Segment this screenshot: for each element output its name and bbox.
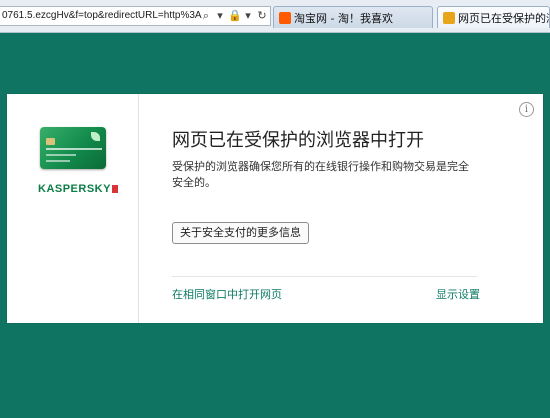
more-info-button[interactable]: 关于安全支付的更多信息 xyxy=(172,222,309,244)
address-actions: ⌕ ▾ 🔒 ▾ ↻ xyxy=(200,9,268,23)
tab-label: 网页已在受保护的浏览器中打开 xyxy=(458,11,549,25)
tab-taobao[interactable]: 淘宝网 - 淘！我喜欢 xyxy=(273,6,433,28)
dialog-divider xyxy=(138,94,139,323)
footer-divider xyxy=(172,276,477,277)
info-icon[interactable]: i xyxy=(519,102,534,117)
refresh-icon[interactable]: ↻ xyxy=(256,9,268,23)
bing-favicon-icon xyxy=(443,11,455,24)
dialog-description: 受保护的浏览器确保您所有的在线银行操作和购物交易是完全安全的。 xyxy=(172,160,469,189)
lab-badge-icon xyxy=(111,185,118,193)
protected-browser-dialog: KASPERSKY i 网页已在受保护的浏览器中打开 受保护的浏览器确保您所有的… xyxy=(7,94,543,323)
search-icon[interactable]: ⌕ xyxy=(200,9,212,23)
dropdown-icon[interactable]: ▾ xyxy=(214,9,226,23)
tab-protected-browser[interactable]: 网页已在受保护的浏览器中打开 xyxy=(437,6,550,28)
taobao-favicon-icon xyxy=(279,11,291,24)
lock-icon: 🔒 xyxy=(228,9,242,22)
credit-card-icon xyxy=(40,127,106,169)
dropdown-icon[interactable]: ▾ xyxy=(242,9,254,23)
dialog-title: 网页已在受保护的浏览器中打开 xyxy=(172,130,424,151)
address-bar[interactable]: 0761.5.ezcgHv&f=top&redirectURL=http%3A … xyxy=(0,6,271,26)
tab-label: 淘宝网 - 淘！我喜欢 xyxy=(294,11,393,25)
kaspersky-logo: KASPERSKY xyxy=(38,183,118,195)
brand-name: KASPERSKY xyxy=(38,183,111,195)
open-in-same-window-link[interactable]: 在相同窗口中打开网页 xyxy=(172,286,282,302)
address-text[interactable]: 0761.5.ezcgHv&f=top&redirectURL=http%3A xyxy=(2,10,212,21)
browser-toolbar: 0761.5.ezcgHv&f=top&redirectURL=http%3A … xyxy=(0,0,550,33)
show-settings-link[interactable]: 显示设置 xyxy=(436,286,480,302)
